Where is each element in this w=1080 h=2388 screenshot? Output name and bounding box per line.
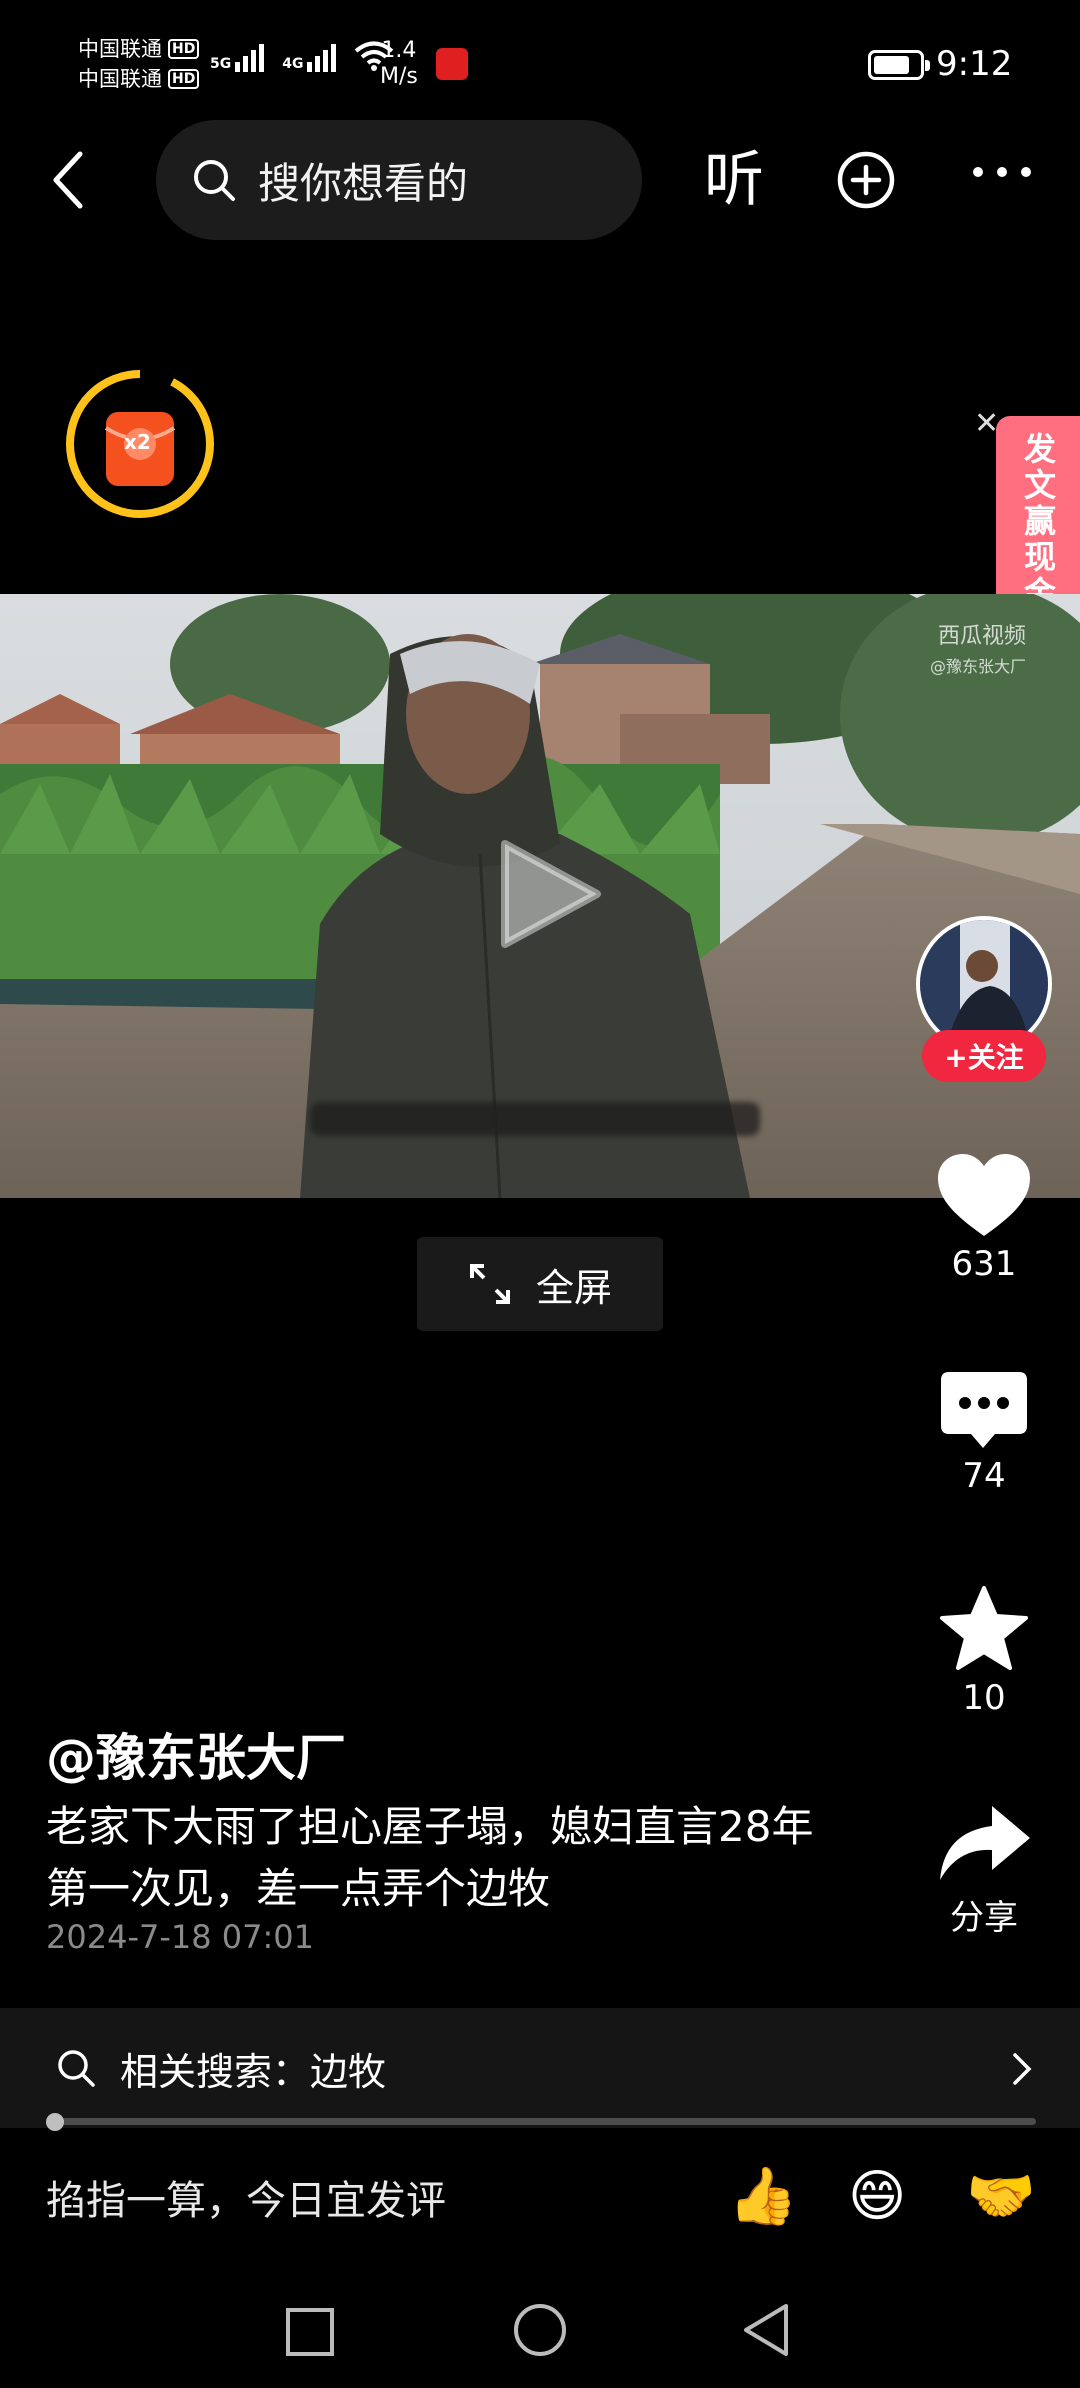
post-title: 老家下大雨了担心屋子塌，媳妇直言28年第一次见，差一点弄个边牧 xyxy=(46,1802,814,1913)
network-type-1: 5G xyxy=(210,56,232,72)
emoji-handshake[interactable]: 🤝 xyxy=(966,2162,1036,2232)
chevron-right-icon xyxy=(1013,2053,1032,2085)
signal-icons: 5G 4G xyxy=(210,40,394,72)
battery-fill xyxy=(874,56,910,74)
comment-bubble-icon xyxy=(941,1372,1027,1448)
related-search-label: 相关搜索：边牧 xyxy=(120,2049,387,2094)
home-circle-icon[interactable] xyxy=(512,2302,568,2358)
progress-handle[interactable] xyxy=(46,2113,64,2131)
carrier-1: 中国联通 xyxy=(78,37,162,61)
back-button[interactable] xyxy=(40,150,96,210)
recents-square-icon[interactable] xyxy=(284,2306,336,2358)
reward-bubble[interactable]: x2 xyxy=(64,368,216,520)
comment-count: 74 xyxy=(962,1456,1006,1496)
network-speed: 1.4 M/s xyxy=(380,38,418,90)
expand-icon xyxy=(469,1264,510,1304)
like-button[interactable]: 631 xyxy=(920,1152,1048,1284)
reward-multiplier: x2 xyxy=(124,430,151,454)
carrier-2: 中国联通 xyxy=(78,67,162,91)
share-button[interactable]: 分享 xyxy=(920,1804,1048,1939)
notification-app-icon xyxy=(436,48,468,80)
system-nav-bar xyxy=(0,2280,1080,2388)
watermark-brand: 西瓜视频 xyxy=(938,624,1027,649)
comment-button[interactable]: 74 xyxy=(920,1370,1048,1496)
plus-circle-icon xyxy=(837,151,895,209)
emoji-laugh[interactable]: 😄 xyxy=(848,2162,906,2232)
listen-button[interactable]: 听 xyxy=(704,148,764,212)
clock: 9:12 xyxy=(936,44,1013,84)
speed-unit: M/s xyxy=(380,64,418,89)
speed-value: 1.4 xyxy=(381,38,417,63)
star-icon xyxy=(940,1586,1028,1670)
related-search-bar[interactable]: 相关搜索：边牧 xyxy=(0,2008,1080,2128)
playback-progress[interactable] xyxy=(54,2118,1036,2125)
share-label: 分享 xyxy=(950,1898,1018,1938)
chevron-left-icon xyxy=(53,151,83,209)
fullscreen-label: 全屏 xyxy=(535,1265,612,1310)
emoji-thumbs-up[interactable]: 👍 xyxy=(728,2162,798,2232)
signal-2-icon xyxy=(307,44,337,72)
promo-text: 发文赢现金 xyxy=(1019,432,1057,612)
status-bar: 中国联通 HD 中国联通 HD 5G 4G 1.4 M/s 9:12 xyxy=(0,0,1080,120)
post-timestamp: 2024-7-18 07:01 xyxy=(46,1918,314,1956)
play-icon xyxy=(501,840,601,948)
favorite-button[interactable]: 10 xyxy=(920,1584,1048,1718)
search-icon xyxy=(58,2050,95,2087)
top-nav: 搜你想看的 听 xyxy=(0,120,1080,240)
hd-badge-1: HD xyxy=(168,39,200,59)
carrier-info: 中国联通 HD 中国联通 HD xyxy=(78,34,200,94)
add-button[interactable] xyxy=(836,150,896,214)
battery-icon xyxy=(868,50,930,80)
caption-blur xyxy=(310,1102,760,1136)
back-triangle-icon[interactable] xyxy=(740,2302,792,2358)
search-placeholder: 搜你想看的 xyxy=(258,158,469,208)
follow-button[interactable]: +关注 xyxy=(922,1030,1046,1082)
more-dots-icon xyxy=(973,167,1031,177)
author-handle[interactable]: @豫东张大厂 xyxy=(46,1718,346,1790)
play-button[interactable] xyxy=(497,834,607,958)
heart-icon xyxy=(938,1154,1030,1236)
watermark-author: @豫东张大厂 xyxy=(930,657,1027,676)
network-type-2: 4G xyxy=(282,56,304,72)
more-button[interactable] xyxy=(970,164,1034,184)
hd-badge-2: HD xyxy=(168,69,200,89)
video-watermark: 西瓜视频 @豫东张大厂 xyxy=(930,622,1026,682)
avatar-image xyxy=(920,920,1048,1048)
search-input[interactable]: 搜你想看的 xyxy=(156,120,642,240)
signal-1-icon xyxy=(235,44,265,72)
fullscreen-button[interactable]: 全屏 xyxy=(417,1237,663,1331)
share-arrow-icon xyxy=(940,1806,1030,1880)
like-count: 631 xyxy=(951,1244,1017,1284)
search-icon xyxy=(194,160,235,201)
favorite-count: 10 xyxy=(962,1678,1006,1718)
comment-input[interactable]: 掐指一算，今日宜发评 xyxy=(46,2168,446,2226)
